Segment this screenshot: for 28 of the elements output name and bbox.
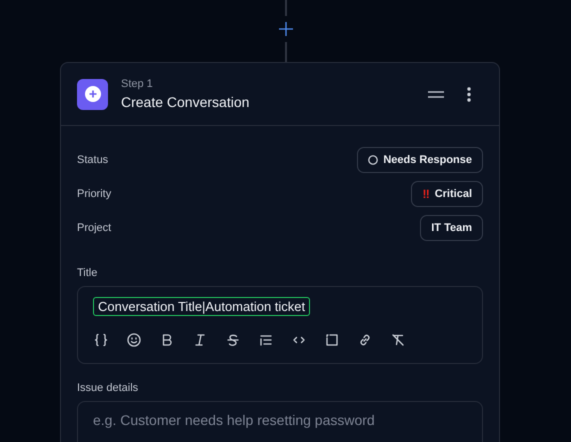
field-label: Issue details	[77, 382, 140, 394]
clear-format-icon[interactable]	[391, 333, 405, 347]
frame-icon[interactable]	[325, 333, 339, 347]
issue-details-field[interactable]: e.g. Customer needs help resetting password	[77, 401, 483, 442]
title-value: Conversation Title|Automation ticket	[93, 297, 310, 316]
field-label: Title	[77, 267, 98, 279]
step-icon	[77, 78, 108, 110]
more-icon[interactable]	[467, 86, 471, 102]
priority-icon: ‼	[422, 187, 430, 201]
drag-handle-icon[interactable]	[428, 90, 444, 98]
property-label: Priority	[77, 188, 112, 200]
strikethrough-icon[interactable]	[226, 333, 240, 347]
add-step-icon[interactable]	[278, 22, 292, 36]
variable-icon[interactable]	[94, 333, 108, 347]
step-label: Step 1	[121, 78, 154, 90]
property-value-button[interactable]: IT Team	[420, 215, 483, 241]
step-title: Create Conversation	[121, 94, 250, 110]
emoji-icon[interactable]	[127, 333, 141, 347]
property-value-button[interactable]: Needs Response	[357, 147, 483, 173]
property-label: Status	[77, 154, 108, 166]
italic-icon[interactable]	[193, 333, 207, 347]
bold-icon[interactable]	[160, 333, 174, 347]
link-icon[interactable]	[358, 333, 372, 347]
title-editor[interactable]: Conversation Title|Automation ticket	[77, 286, 483, 364]
list-icon[interactable]	[259, 333, 273, 347]
status-circle-icon	[368, 155, 378, 165]
property-value-button[interactable]: ‼ Critical	[411, 181, 483, 207]
property-label: Project	[77, 222, 112, 234]
